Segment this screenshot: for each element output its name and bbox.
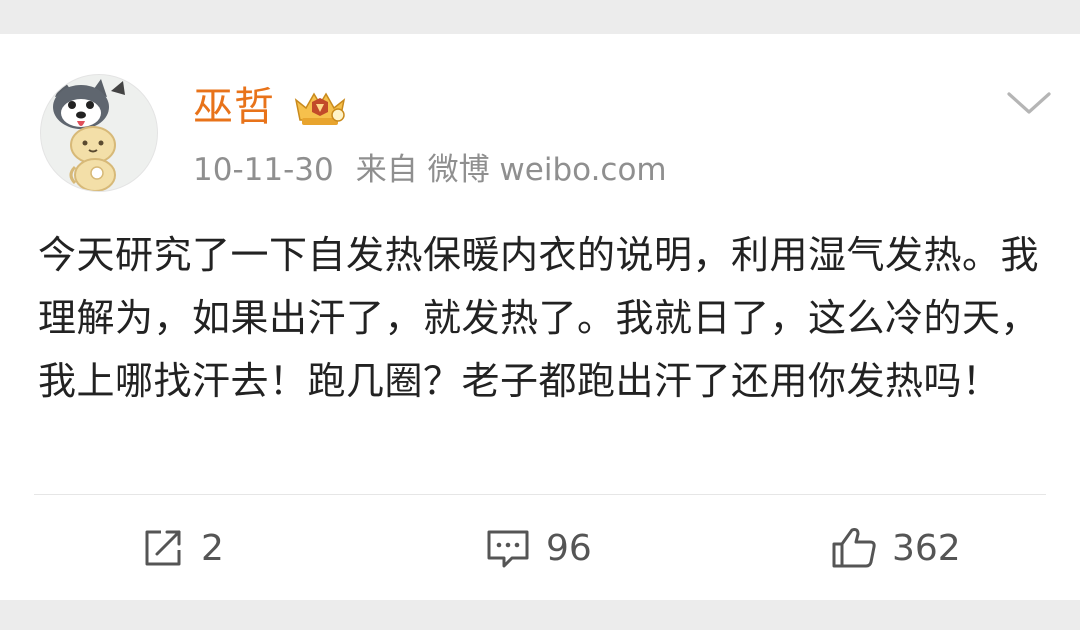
post-content: 今天研究了一下自发热保暖内衣的说明，利用湿气发热。我理解为，如果出汗了，就发热了… — [38, 233, 1040, 403]
username[interactable]: 巫哲 — [193, 82, 275, 132]
weibo-post-card: 巫哲 10-11-30 来自 微博 weibo.com 今天研究了一下自发热保暖内… — [0, 34, 1080, 600]
avatar[interactable] — [40, 74, 158, 192]
chevron-down-icon[interactable] — [1006, 90, 1052, 118]
comment-icon — [487, 530, 529, 568]
repost-button[interactable]: 2 — [139, 524, 224, 572]
cartoon-dog-avatar-icon — [53, 79, 125, 191]
thumbs-up-icon — [832, 528, 876, 568]
post-date: 10-11-30 — [193, 152, 334, 188]
repost-icon — [145, 530, 181, 566]
comment-button[interactable]: 96 — [484, 524, 592, 572]
post-meta: 10-11-30 来自 微博 weibo.com — [193, 148, 667, 192]
like-button[interactable]: 362 — [830, 524, 961, 572]
divider — [34, 494, 1046, 495]
vip-crown-icon[interactable] — [292, 88, 348, 128]
post-source[interactable]: 来自 微博 weibo.com — [356, 152, 667, 188]
repost-count: 2 — [201, 527, 224, 569]
like-count: 362 — [892, 527, 961, 569]
comment-count: 96 — [546, 527, 592, 569]
